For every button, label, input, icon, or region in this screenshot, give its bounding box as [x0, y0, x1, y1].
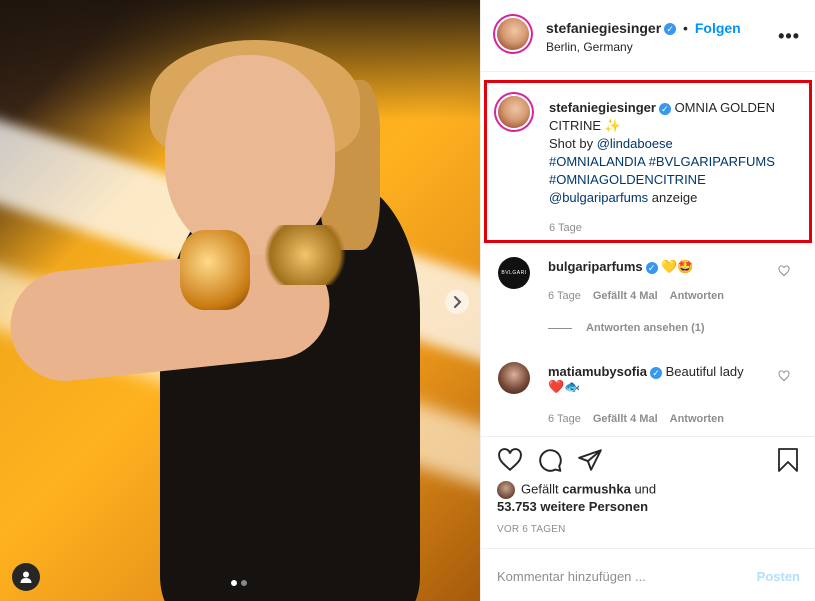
author-name-row: stefaniegiesinger ✓ • Folgen — [546, 20, 741, 36]
verified-badge-icon: ✓ — [658, 102, 671, 115]
likes-prefix: Gefällt — [521, 481, 563, 497]
view-replies-button[interactable]: Antworten ansehen (1) — [548, 322, 705, 334]
comment-input[interactable]: Kommentar hinzufügen ... — [497, 569, 646, 584]
mention-link[interactable]: @bulgariparfums — [549, 190, 648, 205]
comment-time[interactable]: 6 Tage — [548, 413, 581, 425]
carousel-dot — [241, 580, 247, 586]
like-button[interactable] — [497, 447, 523, 478]
tagged-users-button[interactable] — [12, 563, 40, 591]
comment-icon — [539, 449, 562, 472]
verified-badge-icon: ✓ — [649, 366, 662, 379]
author-avatar[interactable] — [497, 18, 529, 50]
separator-dot: • — [683, 20, 688, 36]
share-button[interactable] — [577, 447, 603, 478]
heart-icon — [498, 448, 522, 472]
comment-button[interactable] — [537, 447, 563, 478]
carousel-dots — [231, 580, 247, 586]
liker-username[interactable]: carmushka — [562, 481, 631, 496]
post-header: stefaniegiesinger ✓ • Folgen Berlin, Germ… — [481, 0, 815, 72]
comment-text: matiamubysofia ✓ Beautiful lady ❤️🐟 — [548, 364, 768, 395]
verified-badge-icon: ✓ — [645, 261, 658, 274]
save-button[interactable] — [776, 447, 800, 478]
comment-likes[interactable]: Gefällt 4 Mal — [593, 413, 658, 425]
mention-link[interactable]: @lindaboese — [597, 136, 673, 151]
post-image[interactable] — [0, 0, 480, 601]
hashtag-links[interactable]: #OMNIALANDIA #BVLGARIPARFUMS — [549, 154, 775, 169]
caption-username[interactable]: stefaniegiesinger — [549, 100, 656, 115]
commenter-username[interactable]: matiamubysofia — [548, 364, 647, 379]
heart-icon — [778, 370, 790, 382]
sparkle-emoji: ✨ — [604, 118, 621, 133]
commenter-avatar[interactable] — [498, 362, 530, 394]
likes-connector: und — [630, 481, 657, 497]
comment-body: 💛🤩 — [661, 259, 694, 274]
caption-timestamp[interactable]: 6 Tage — [549, 222, 582, 234]
post-actions — [481, 436, 815, 480]
caption-highlight: stefaniegiesinger ✓ OMNIA GOLDEN CITRINE … — [484, 80, 812, 243]
comment-meta: 6 Tage Gefällt 4 Mal Antworten — [548, 413, 724, 425]
carousel-dot-active — [231, 580, 237, 586]
comment-meta: 6 Tage Gefällt 4 Mal Antworten — [548, 290, 724, 302]
replies-line — [548, 327, 572, 329]
liker-avatar[interactable] — [497, 481, 515, 499]
comment-emoji: ❤️🐟 — [548, 379, 581, 394]
reply-button[interactable]: Antworten — [670, 290, 724, 302]
more-options-icon[interactable]: ••• — [778, 26, 800, 47]
post-location[interactable]: Berlin, Germany — [546, 40, 633, 54]
post-comment-button[interactable]: Posten — [757, 569, 800, 584]
commenter-username[interactable]: bulgariparfums — [548, 259, 643, 274]
caption-text: stefaniegiesinger ✓ OMNIA GOLDEN CITRINE … — [549, 99, 807, 207]
chevron-right-icon — [454, 296, 462, 308]
post-date[interactable]: VOR 6 TAGEN — [497, 524, 566, 535]
user-icon — [20, 571, 32, 583]
add-comment-bar: Kommentar hinzufügen ... Posten — [481, 548, 815, 601]
comment-time[interactable]: 6 Tage — [548, 290, 581, 302]
comment-text: bulgariparfums ✓ 💛🤩 — [548, 259, 768, 275]
avatar-logo-text: BVLGARI — [501, 270, 527, 276]
verified-badge-icon: ✓ — [664, 23, 677, 36]
heart-icon — [778, 265, 790, 277]
likes-count-link[interactable]: 53.753 weitere Personen — [497, 499, 648, 514]
caption-shot-by: Shot by — [549, 136, 597, 151]
photo-necklace — [255, 225, 355, 285]
comment-body: Beautiful lady — [665, 364, 744, 379]
likes-summary: Gefällt carmushka und — [497, 481, 656, 499]
photo-perfume-bottle — [180, 230, 250, 310]
bookmark-icon — [778, 448, 798, 472]
caption-suffix: anzeige — [648, 190, 698, 205]
post-sidebar: stefaniegiesinger ✓ • Folgen Berlin, Germ… — [480, 0, 815, 601]
follow-button[interactable]: Folgen — [695, 20, 741, 36]
hashtag-link[interactable]: #OMNIAGOLDENCITRINE — [549, 172, 706, 187]
caption-author-avatar[interactable] — [498, 96, 530, 128]
commenter-avatar[interactable]: BVLGARI — [498, 257, 530, 289]
author-username[interactable]: stefaniegiesinger — [546, 20, 661, 36]
reply-button[interactable]: Antworten — [670, 413, 724, 425]
paper-plane-icon — [578, 449, 602, 471]
comment-likes[interactable]: Gefällt 4 Mal — [593, 290, 658, 302]
like-comment-heart-icon[interactable] — [778, 370, 790, 385]
view-replies-label: Antworten ansehen (1) — [586, 322, 705, 334]
like-comment-heart-icon[interactable] — [778, 265, 790, 280]
carousel-next-button[interactable] — [445, 290, 469, 314]
